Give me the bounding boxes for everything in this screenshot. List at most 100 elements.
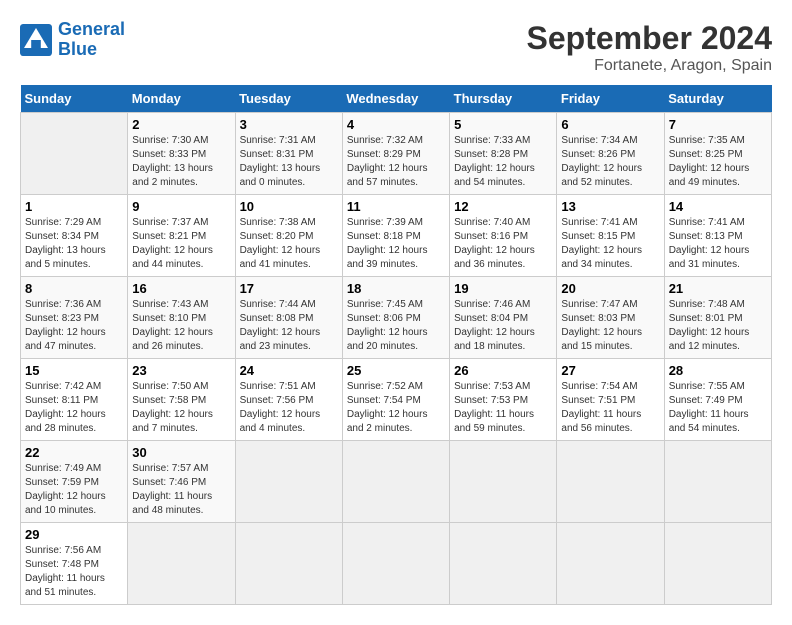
day-detail: Sunrise: 7:50 AM Sunset: 7:58 PM Dayligh… — [132, 380, 230, 436]
calendar-cell: 16 Sunrise: 7:43 AM Sunset: 8:10 PM Dayli… — [128, 277, 235, 359]
day-number: 10 — [240, 199, 338, 214]
day-detail: Sunrise: 7:39 AM Sunset: 8:18 PM Dayligh… — [347, 216, 445, 272]
calendar-cell: 22 Sunrise: 7:49 AM Sunset: 7:59 PM Dayli… — [21, 441, 128, 523]
day-number: 29 — [25, 527, 123, 542]
calendar-cell: 24 Sunrise: 7:51 AM Sunset: 7:56 PM Dayli… — [235, 359, 342, 441]
calendar-cell: 25 Sunrise: 7:52 AM Sunset: 7:54 PM Dayli… — [342, 359, 449, 441]
calendar-cell: 9 Sunrise: 7:37 AM Sunset: 8:21 PM Daylig… — [128, 195, 235, 277]
page-header: General Blue September 2024 Fortanete, A… — [20, 20, 772, 75]
calendar-cell — [664, 441, 771, 523]
day-number: 14 — [669, 199, 767, 214]
day-detail: Sunrise: 7:47 AM Sunset: 8:03 PM Dayligh… — [561, 298, 659, 354]
column-header-saturday: Saturday — [664, 85, 771, 113]
day-detail: Sunrise: 7:49 AM Sunset: 7:59 PM Dayligh… — [25, 462, 123, 518]
calendar-cell — [557, 441, 664, 523]
month-title: September 2024 — [527, 20, 772, 57]
day-detail: Sunrise: 7:54 AM Sunset: 7:51 PM Dayligh… — [561, 380, 659, 436]
day-detail: Sunrise: 7:38 AM Sunset: 8:20 PM Dayligh… — [240, 216, 338, 272]
day-detail: Sunrise: 7:43 AM Sunset: 8:10 PM Dayligh… — [132, 298, 230, 354]
calendar-cell: 3 Sunrise: 7:31 AM Sunset: 8:31 PM Daylig… — [235, 113, 342, 195]
day-detail: Sunrise: 7:42 AM Sunset: 8:11 PM Dayligh… — [25, 380, 123, 436]
column-header-tuesday: Tuesday — [235, 85, 342, 113]
day-detail: Sunrise: 7:52 AM Sunset: 7:54 PM Dayligh… — [347, 380, 445, 436]
day-detail: Sunrise: 7:44 AM Sunset: 8:08 PM Dayligh… — [240, 298, 338, 354]
day-number: 28 — [669, 363, 767, 378]
calendar-body: 2 Sunrise: 7:30 AM Sunset: 8:33 PM Daylig… — [21, 113, 772, 605]
calendar-week-row: 29 Sunrise: 7:56 AM Sunset: 7:48 PM Dayli… — [21, 523, 772, 605]
day-detail: Sunrise: 7:35 AM Sunset: 8:25 PM Dayligh… — [669, 134, 767, 190]
calendar-cell: 27 Sunrise: 7:54 AM Sunset: 7:51 PM Dayli… — [557, 359, 664, 441]
logo-icon — [20, 24, 52, 56]
logo: General Blue — [20, 20, 125, 60]
calendar-cell: 23Sunrise: 7:50 AM Sunset: 7:58 PM Dayli… — [128, 359, 235, 441]
calendar-cell — [235, 441, 342, 523]
day-detail: Sunrise: 7:51 AM Sunset: 7:56 PM Dayligh… — [240, 380, 338, 436]
calendar-cell: 5 Sunrise: 7:33 AM Sunset: 8:28 PM Daylig… — [450, 113, 557, 195]
calendar-cell: 30Sunrise: 7:57 AM Sunset: 7:46 PM Dayli… — [128, 441, 235, 523]
calendar-cell: 10 Sunrise: 7:38 AM Sunset: 8:20 PM Dayli… — [235, 195, 342, 277]
day-detail: Sunrise: 7:41 AM Sunset: 8:15 PM Dayligh… — [561, 216, 659, 272]
calendar-cell: 1Sunrise: 7:29 AM Sunset: 8:34 PM Daylig… — [21, 195, 128, 277]
calendar-cell: 7Sunrise: 7:35 AM Sunset: 8:25 PM Daylig… — [664, 113, 771, 195]
calendar-cell: 19Sunrise: 7:46 AM Sunset: 8:04 PM Dayli… — [450, 277, 557, 359]
day-detail: Sunrise: 7:34 AM Sunset: 8:26 PM Dayligh… — [561, 134, 659, 190]
logo-line2: Blue — [58, 39, 97, 59]
day-number: 17 — [240, 281, 338, 296]
day-detail: Sunrise: 7:37 AM Sunset: 8:21 PM Dayligh… — [132, 216, 230, 272]
calendar-cell — [235, 523, 342, 605]
calendar-cell — [557, 523, 664, 605]
title-block: September 2024 Fortanete, Aragon, Spain — [527, 20, 772, 75]
calendar-week-row: 1Sunrise: 7:29 AM Sunset: 8:34 PM Daylig… — [21, 195, 772, 277]
calendar-cell — [342, 523, 449, 605]
calendar-week-row: 8Sunrise: 7:36 AM Sunset: 8:23 PM Daylig… — [21, 277, 772, 359]
day-number: 27 — [561, 363, 659, 378]
day-number: 1 — [25, 199, 123, 214]
calendar-cell: 6 Sunrise: 7:34 AM Sunset: 8:26 PM Daylig… — [557, 113, 664, 195]
column-header-sunday: Sunday — [21, 85, 128, 113]
day-detail: Sunrise: 7:33 AM Sunset: 8:28 PM Dayligh… — [454, 134, 552, 190]
day-number: 9 — [132, 199, 230, 214]
day-number: 16 — [132, 281, 230, 296]
day-number: 3 — [240, 117, 338, 132]
calendar-cell: 17 Sunrise: 7:44 AM Sunset: 8:08 PM Dayli… — [235, 277, 342, 359]
day-detail: Sunrise: 7:40 AM Sunset: 8:16 PM Dayligh… — [454, 216, 552, 272]
calendar-cell: 2 Sunrise: 7:30 AM Sunset: 8:33 PM Daylig… — [128, 113, 235, 195]
day-number: 4 — [347, 117, 445, 132]
day-detail: Sunrise: 7:56 AM Sunset: 7:48 PM Dayligh… — [25, 544, 123, 600]
day-number: 22 — [25, 445, 123, 460]
day-detail: Sunrise: 7:30 AM Sunset: 8:33 PM Dayligh… — [132, 134, 230, 190]
calendar-week-row: 22 Sunrise: 7:49 AM Sunset: 7:59 PM Dayli… — [21, 441, 772, 523]
calendar-cell — [450, 441, 557, 523]
day-detail: Sunrise: 7:32 AM Sunset: 8:29 PM Dayligh… — [347, 134, 445, 190]
day-number: 6 — [561, 117, 659, 132]
day-number: 11 — [347, 199, 445, 214]
day-number: 26 — [454, 363, 552, 378]
calendar-cell: 28 Sunrise: 7:55 AM Sunset: 7:49 PM Dayli… — [664, 359, 771, 441]
day-number: 19 — [454, 281, 552, 296]
day-number: 24 — [240, 363, 338, 378]
calendar-cell — [21, 113, 128, 195]
calendar-cell: 14 Sunrise: 7:41 AM Sunset: 8:13 PM Dayli… — [664, 195, 771, 277]
calendar-cell: 21Sunrise: 7:48 AM Sunset: 8:01 PM Dayli… — [664, 277, 771, 359]
column-header-wednesday: Wednesday — [342, 85, 449, 113]
day-number: 15 — [25, 363, 123, 378]
day-number: 5 — [454, 117, 552, 132]
day-detail: Sunrise: 7:31 AM Sunset: 8:31 PM Dayligh… — [240, 134, 338, 190]
calendar-cell: 4 Sunrise: 7:32 AM Sunset: 8:29 PM Daylig… — [342, 113, 449, 195]
calendar-cell — [450, 523, 557, 605]
day-number: 25 — [347, 363, 445, 378]
calendar-week-row: 2 Sunrise: 7:30 AM Sunset: 8:33 PM Daylig… — [21, 113, 772, 195]
day-detail: Sunrise: 7:45 AM Sunset: 8:06 PM Dayligh… — [347, 298, 445, 354]
column-header-monday: Monday — [128, 85, 235, 113]
calendar-cell: 13Sunrise: 7:41 AM Sunset: 8:15 PM Dayli… — [557, 195, 664, 277]
day-number: 2 — [132, 117, 230, 132]
day-detail: Sunrise: 7:55 AM Sunset: 7:49 PM Dayligh… — [669, 380, 767, 436]
day-detail: Sunrise: 7:48 AM Sunset: 8:01 PM Dayligh… — [669, 298, 767, 354]
location-title: Fortanete, Aragon, Spain — [527, 57, 772, 75]
calendar-table: SundayMondayTuesdayWednesdayThursdayFrid… — [20, 85, 772, 605]
day-number: 8 — [25, 281, 123, 296]
day-detail: Sunrise: 7:41 AM Sunset: 8:13 PM Dayligh… — [669, 216, 767, 272]
day-detail: Sunrise: 7:57 AM Sunset: 7:46 PM Dayligh… — [132, 462, 230, 518]
day-number: 18 — [347, 281, 445, 296]
logo-line1: General — [58, 19, 125, 39]
